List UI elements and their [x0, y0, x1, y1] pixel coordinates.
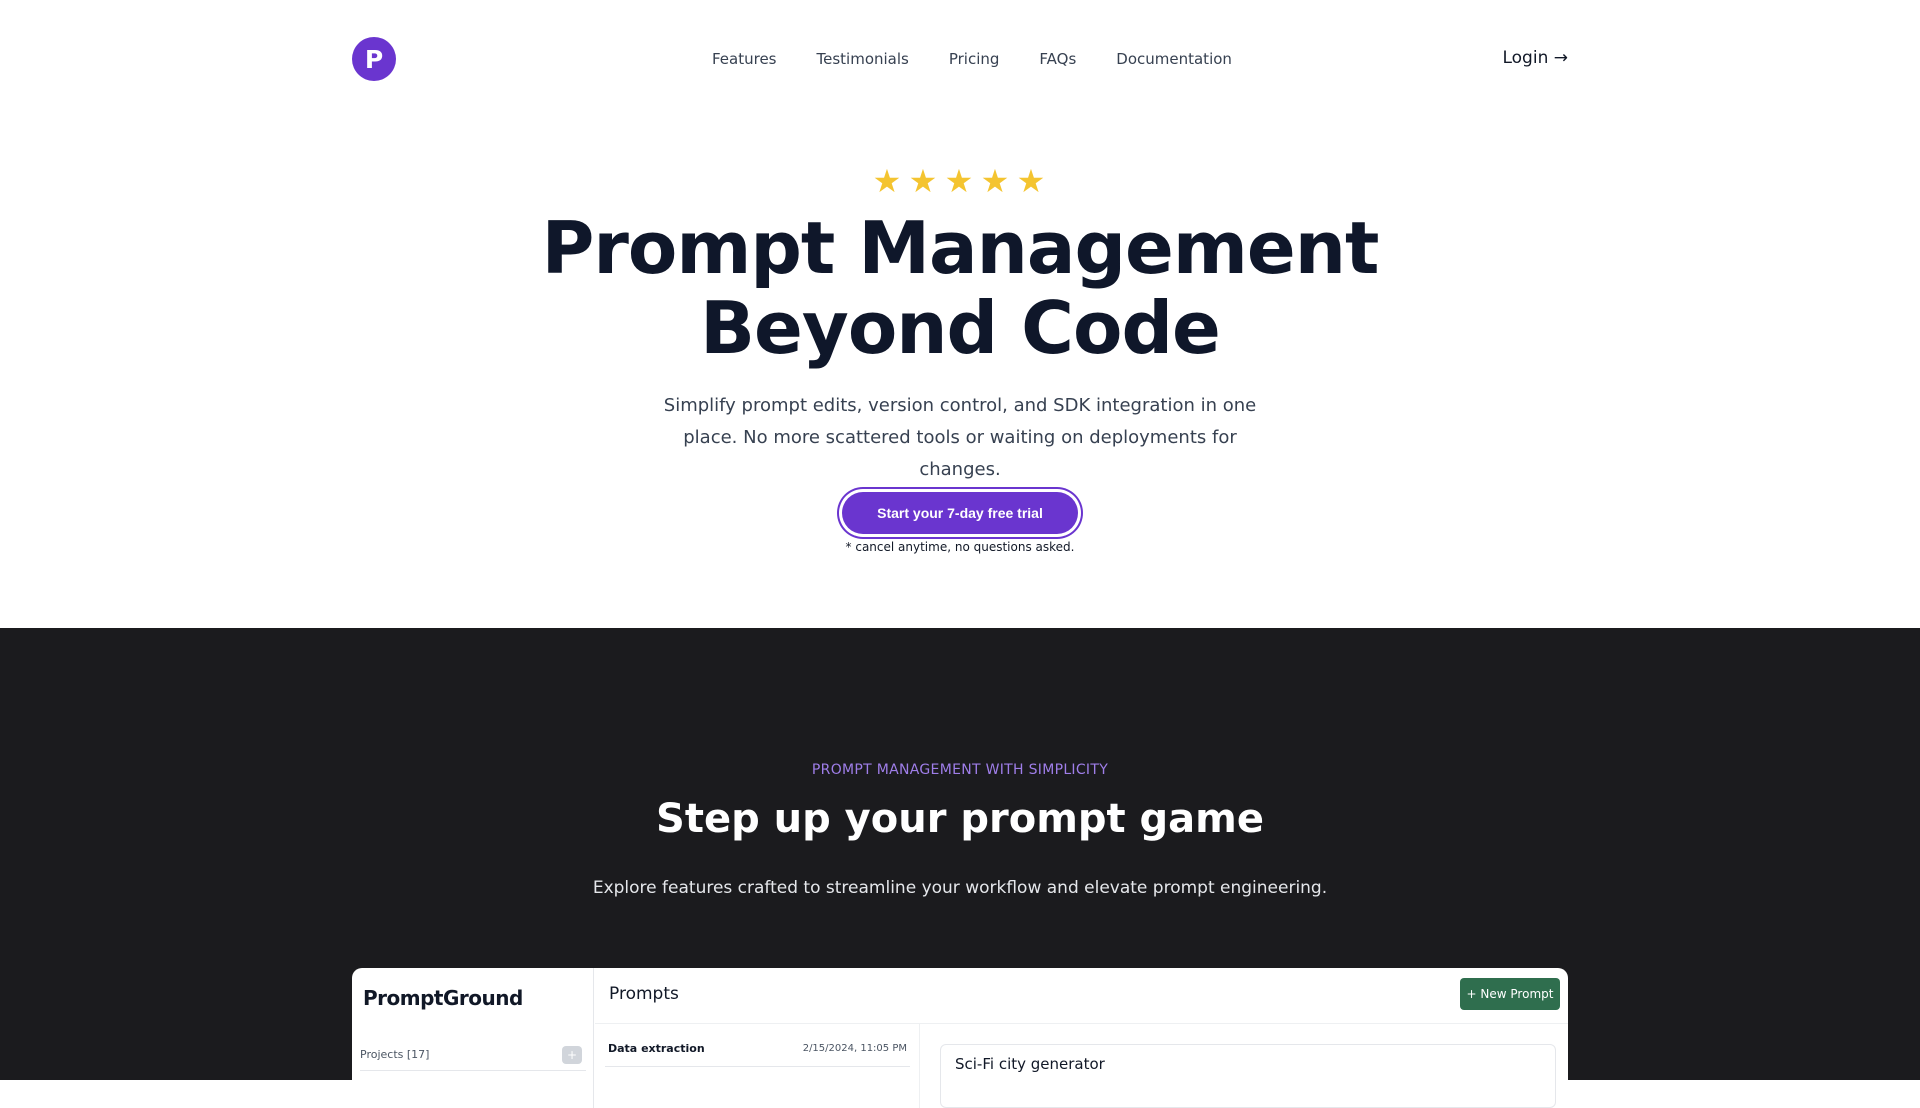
features-subtitle: Explore features crafted to streamline y…	[592, 878, 1328, 898]
site-header: P Features Testimonials Pricing FAQs Doc…	[0, 0, 1920, 120]
start-trial-button[interactable]: Start your 7-day free trial	[842, 492, 1078, 534]
hero-subtitle: Simplify prompt edits, version control, …	[663, 395, 1257, 480]
projects-label: Projects [17]	[360, 1048, 430, 1061]
app-preview: PromptGround Projects [17] + Prompts + N…	[352, 968, 1568, 1108]
star-icon: ★	[1016, 162, 1046, 200]
nav-link-pricing[interactable]: Pricing	[949, 50, 1000, 68]
hero-title: Prompt Management Beyond Code	[460, 208, 1460, 368]
star-icon: ★	[980, 162, 1010, 200]
app-sidebar: PromptGround Projects [17] +	[352, 968, 594, 1108]
login-link[interactable]: Login →	[1502, 48, 1568, 68]
list-item-title[interactable]: Data extraction	[608, 1042, 705, 1055]
cta-note: * cancel anytime, no questions asked.	[845, 540, 1075, 554]
list-item-date: 2/15/2024, 11:05 PM	[802, 1043, 907, 1054]
nav-link-testimonials[interactable]: Testimonials	[817, 50, 909, 68]
new-prompt-button[interactable]: + New Prompt	[1460, 978, 1560, 1010]
main-nav: Features Testimonials Pricing FAQs Docum…	[712, 50, 1272, 68]
editor-title: Sci-Fi city generator	[955, 1055, 1105, 1073]
hero-title-line-1: Prompt Management	[541, 206, 1380, 290]
star-icon: ★	[944, 162, 974, 200]
add-project-button[interactable]: +	[562, 1046, 582, 1064]
features-title: Step up your prompt game	[656, 796, 1264, 842]
app-brand: PromptGround	[363, 986, 523, 1010]
prompts-heading: Prompts	[609, 984, 679, 1004]
nav-link-documentation[interactable]: Documentation	[1116, 50, 1232, 68]
star-icon: ★	[908, 162, 938, 200]
features-section: PROMPT MANAGEMENT WITH SIMPLICITY Step u…	[0, 628, 1920, 1108]
divider	[360, 1070, 586, 1071]
nav-link-features[interactable]: Features	[712, 50, 777, 68]
star-icon: ★	[872, 162, 902, 200]
prompt-editor[interactable]: Sci-Fi city generator	[940, 1044, 1556, 1108]
hero-title-line-2: Beyond Code	[700, 286, 1221, 370]
rating-stars: ★ ★ ★ ★ ★	[872, 162, 1046, 200]
logo[interactable]: P	[352, 37, 396, 81]
divider	[605, 1066, 910, 1067]
nav-link-faqs[interactable]: FAQs	[1039, 50, 1076, 68]
app-header: Prompts + New Prompt	[595, 968, 1568, 1024]
prompt-list: Data extraction 2/15/2024, 11:05 PM	[595, 1024, 920, 1108]
features-eyebrow: PROMPT MANAGEMENT WITH SIMPLICITY	[811, 762, 1109, 778]
